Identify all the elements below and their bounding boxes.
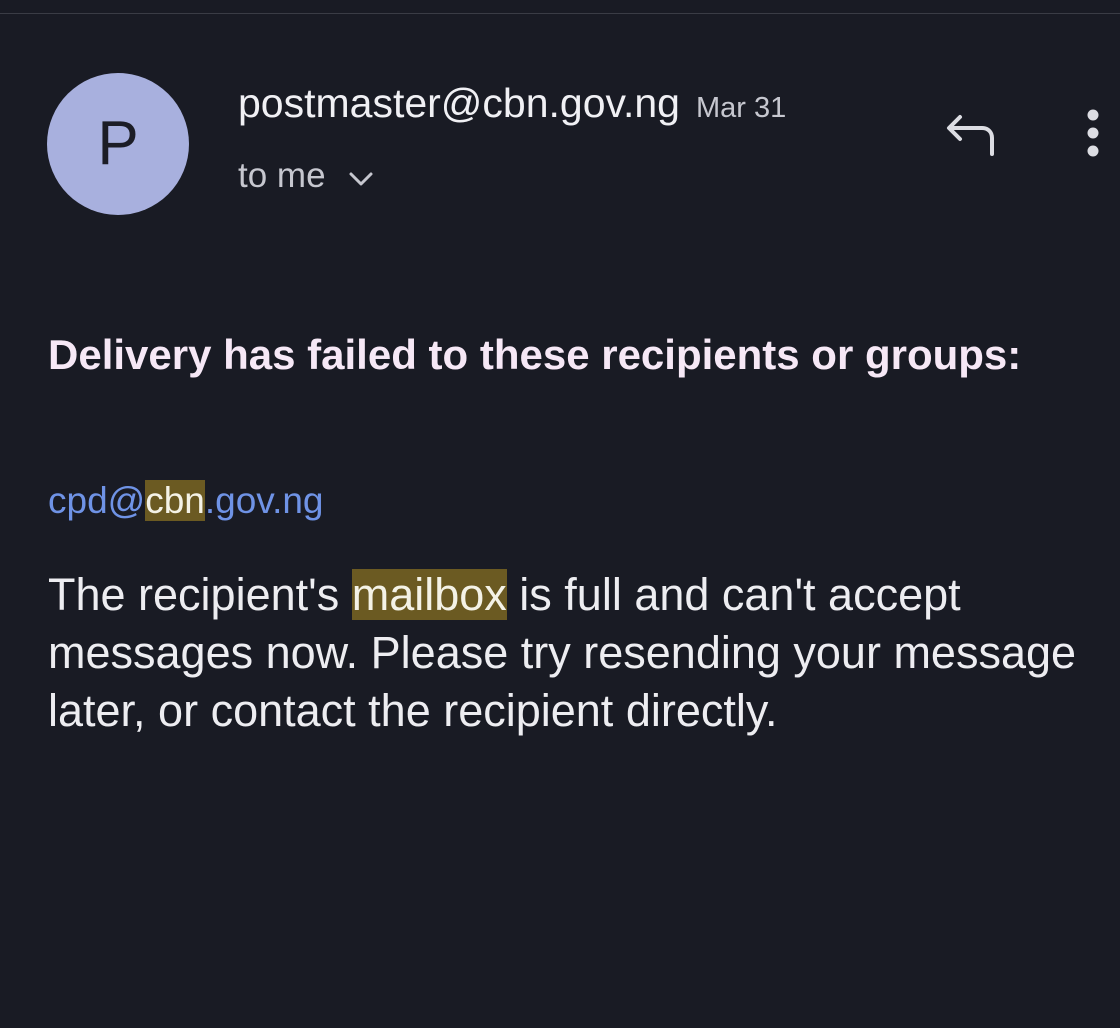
message-subject: Delivery has failed to these recipients … xyxy=(48,331,1022,378)
search-highlight: mailbox xyxy=(351,569,507,620)
sender-line: postmaster@cbn.gov.ng Mar 31 xyxy=(238,80,786,127)
more-vert-icon xyxy=(1087,109,1099,157)
body-text-start: The recipient's xyxy=(48,569,352,620)
recipient-toggle[interactable]: to me xyxy=(238,156,374,196)
reply-icon xyxy=(947,115,994,156)
search-highlight: cbn xyxy=(145,480,205,521)
sender-email[interactable]: postmaster@cbn.gov.ng xyxy=(238,80,680,127)
failed-recipient-link[interactable]: cpd@cbn.gov.ng xyxy=(48,480,324,522)
sender-avatar[interactable]: P xyxy=(47,73,189,215)
message-body: The recipient's mailbox is full and can'… xyxy=(48,566,1113,740)
reply-button[interactable] xyxy=(940,108,1000,158)
more-options-button[interactable] xyxy=(1078,106,1108,162)
message-date: Mar 31 xyxy=(695,92,787,124)
address-suffix: .gov.ng xyxy=(204,480,324,521)
recipient-label: to me xyxy=(238,156,326,195)
address-prefix: cpd@ xyxy=(48,480,146,521)
top-divider xyxy=(0,13,1120,14)
chevron-down-icon xyxy=(349,172,373,186)
